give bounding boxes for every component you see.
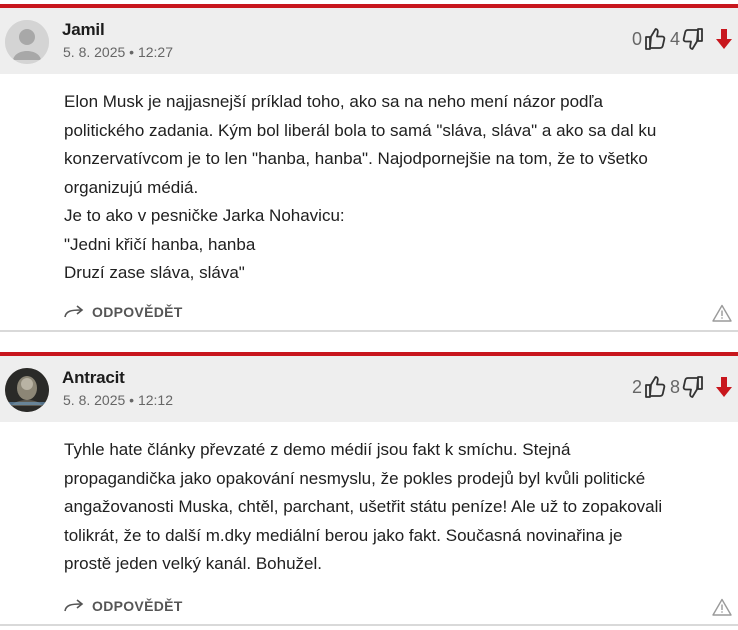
dislike-count: 4 (669, 28, 680, 49)
reply-button[interactable]: ODPOVĚDĚT (64, 598, 183, 614)
vote-box: 2 8 (632, 372, 734, 402)
comment-text: Tyhle hate články převzaté z demo médií … (0, 422, 738, 579)
comment-text: Elon Musk je najjasnejší príklad toho, a… (0, 74, 738, 288)
warning-triangle-icon[interactable] (712, 304, 732, 322)
comment-date: 5. 8. 2025 • 12:12 (63, 392, 173, 408)
like-count: 2 (631, 376, 642, 397)
comment-header: Antracit 5. 8. 2025 • 12:12 2 8 (0, 356, 738, 422)
comment-line: konzervatívcom je to len "hanba, hanba".… (64, 149, 648, 168)
default-avatar-icon (5, 20, 49, 64)
reply-arrow-icon (64, 599, 84, 613)
like-count: 0 (631, 28, 642, 49)
comment-item: Jamil 5. 8. 2025 • 12:27 0 4 Elon Musk j… (0, 4, 738, 332)
comment-line: politického zadania. Kým bol liberál bol… (64, 120, 657, 140)
avatar[interactable] (5, 368, 49, 412)
comment-line: Tyhle hate články převzaté z demo médií … (64, 440, 571, 459)
comment-line: angažovanosti Muska, chtěl, parchant, uš… (64, 497, 663, 516)
dislike-count: 8 (669, 376, 680, 397)
comment-header: Jamil 5. 8. 2025 • 12:27 0 4 (0, 8, 738, 74)
thumbs-down-icon[interactable] (682, 375, 704, 399)
comment-line: "Jedni křičí hanba, hanba (64, 234, 256, 254)
reply-label: ODPOVĚDĚT (92, 304, 183, 320)
comment-item: Antracit 5. 8. 2025 • 12:12 2 8 Tyhle ha… (0, 352, 738, 626)
comment-line: Elon Musk je najjasnejší príklad toho, a… (64, 92, 603, 111)
red-down-arrow-icon[interactable] (714, 27, 734, 51)
reply-arrow-icon (64, 305, 84, 319)
comment-author[interactable]: Antracit (62, 368, 125, 388)
comment-date: 5. 8. 2025 • 12:27 (63, 44, 173, 60)
comment-line: propagandička jako opakování nesmyslu, ž… (64, 468, 646, 488)
thumbs-down-icon[interactable] (682, 27, 704, 51)
comment-line: Je to ako v pesničke Jarka Nohavicu: (64, 206, 345, 225)
thumbs-up-icon[interactable] (644, 27, 666, 51)
photo-avatar-icon (5, 368, 49, 412)
comment-line: tolikrát, že to další m.dky mediální ber… (64, 525, 623, 545)
reply-button[interactable]: ODPOVĚDĚT (64, 304, 183, 320)
comment-line: organizujú médiá. (64, 177, 199, 197)
thumbs-up-icon[interactable] (644, 375, 666, 399)
comment-line: Druzí zase sláva, sláva" (64, 263, 245, 282)
avatar[interactable] (5, 20, 49, 64)
red-down-arrow-icon[interactable] (714, 375, 734, 399)
vote-box: 0 4 (632, 24, 734, 54)
comment-line: prostě jeden velký kanál. Bohužel. (64, 554, 322, 573)
comments-list: Jamil 5. 8. 2025 • 12:27 0 4 Elon Musk j… (0, 0, 738, 630)
comment-author[interactable]: Jamil (62, 20, 105, 40)
reply-label: ODPOVĚDĚT (92, 598, 183, 614)
warning-triangle-icon[interactable] (712, 598, 732, 616)
